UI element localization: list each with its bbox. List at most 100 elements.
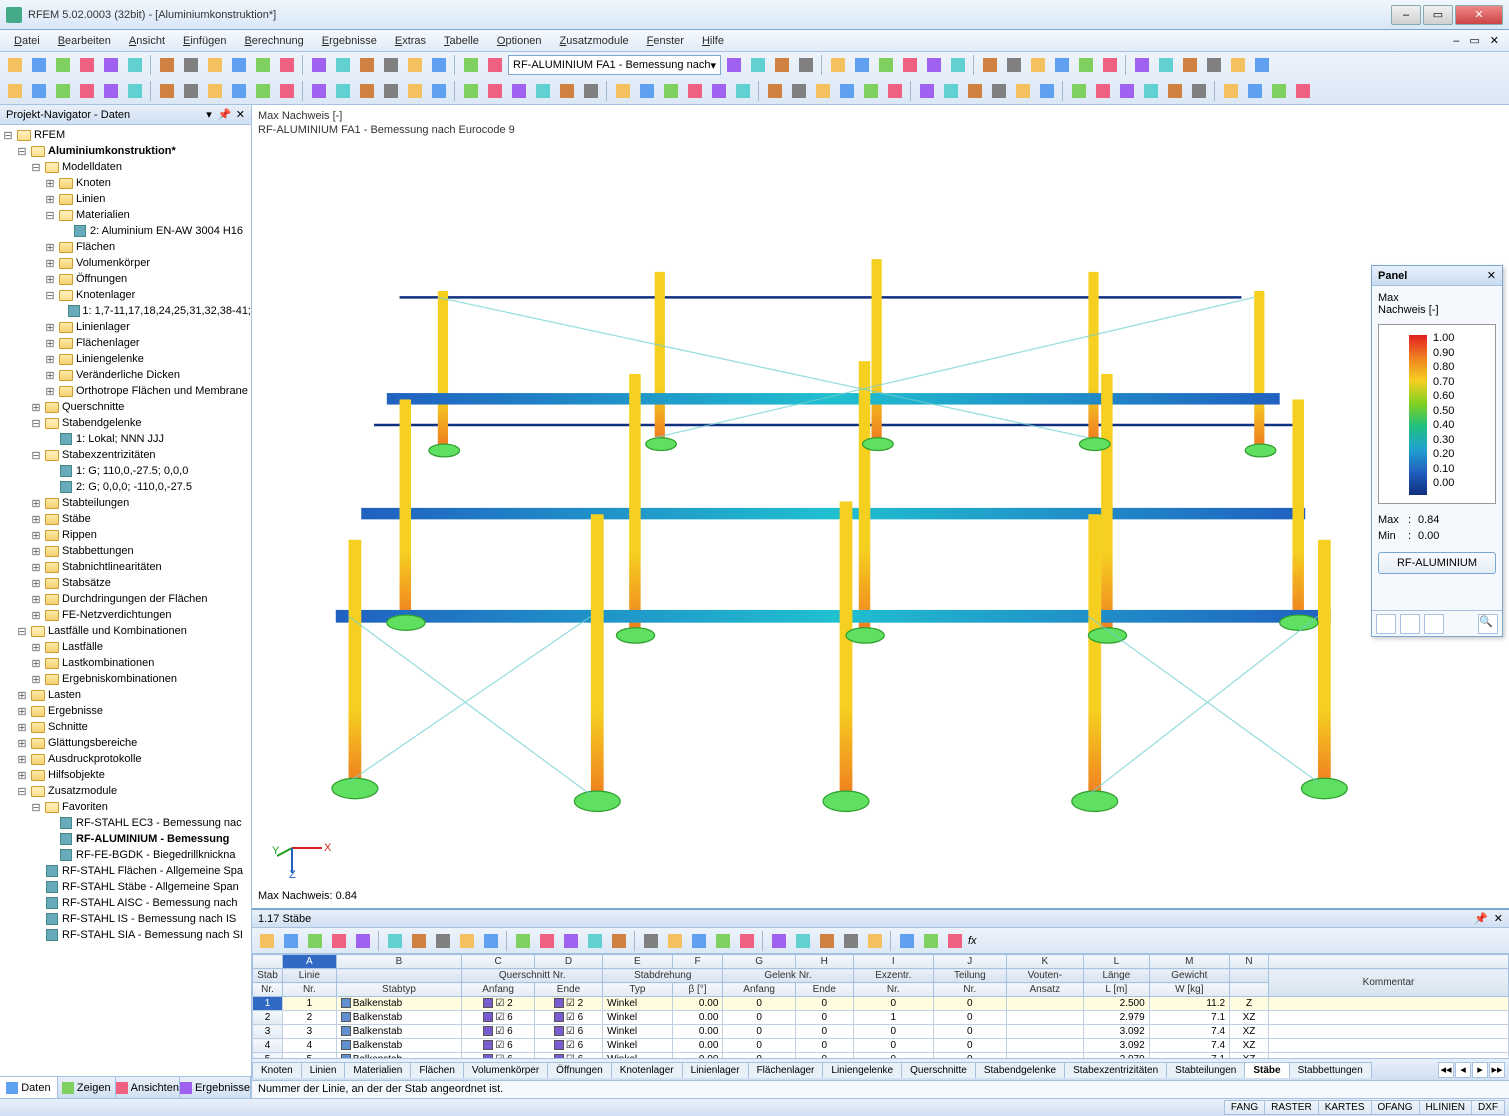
tree-node[interactable]: ⊟Stabexzentrizitäten (0, 447, 251, 463)
panel-close-icon[interactable]: ✕ (1487, 269, 1496, 282)
menu-extras[interactable]: Extras (387, 33, 434, 49)
toolbar-button[interactable] (332, 54, 354, 76)
menu-tabelle[interactable]: Tabelle (436, 33, 487, 49)
status-hlinien[interactable]: HLINIEN (1419, 1100, 1472, 1115)
toolbar-button[interactable] (532, 80, 554, 102)
nav-tab-zeigen[interactable]: Zeigen (58, 1077, 116, 1098)
pin-icon[interactable]: 📌 (218, 108, 232, 122)
table-row[interactable]: 33Balkenstab☑ 6☑ 6Winkel0.0000003.0927.4… (253, 1025, 1509, 1039)
table-toolbar-button[interactable] (512, 930, 534, 952)
table-nav-button[interactable]: ▸▸ (1489, 1062, 1505, 1078)
table-toolbar-button[interactable] (432, 930, 454, 952)
tree-node[interactable]: ⊟Knotenlager (0, 287, 251, 303)
tree-node[interactable]: ⊞Ergebnisse (0, 703, 251, 719)
status-kartes[interactable]: KARTES (1318, 1100, 1372, 1115)
toolbar-button[interactable] (556, 80, 578, 102)
toolbar-combo[interactable]: RF-ALUMINIUM FA1 - Bemessung nach ▾ (508, 55, 721, 75)
tree-node[interactable]: ⊞Knoten (0, 175, 251, 191)
tree-node[interactable]: RF-STAHL AISC - Bemessung nach (0, 895, 251, 911)
tree-node[interactable]: ⊟Lastfälle und Kombinationen (0, 623, 251, 639)
tree-node[interactable]: ⊞Rippen (0, 527, 251, 543)
tree-node[interactable]: ⊞Querschnitte (0, 399, 251, 415)
table-tab-querschnitte[interactable]: Querschnitte (901, 1062, 976, 1078)
navigator-dropdown-icon[interactable]: ▾ (206, 108, 212, 121)
toolbar-button[interactable] (204, 80, 226, 102)
tree-node[interactable]: RF-STAHL Flächen - Allgemeine Spa (0, 863, 251, 879)
toolbar-button[interactable] (484, 54, 506, 76)
menu-berechnung[interactable]: Berechnung (236, 33, 311, 49)
toolbar-button[interactable] (156, 54, 178, 76)
toolbar-button[interactable] (899, 54, 921, 76)
tree-node[interactable]: ⊞Durchdringungen der Flächen (0, 591, 251, 607)
toolbar-button[interactable] (1268, 80, 1290, 102)
toolbar-button[interactable] (1164, 80, 1186, 102)
table-toolbar-button[interactable] (560, 930, 582, 952)
table-tab-knoten[interactable]: Knoten (252, 1062, 302, 1078)
panel-tool-3[interactable] (1424, 614, 1444, 634)
toolbar-button[interactable] (100, 54, 122, 76)
table-tab-stabbettungen[interactable]: Stabbettungen (1289, 1062, 1372, 1078)
toolbar-button[interactable] (28, 54, 50, 76)
table-row[interactable]: 11Balkenstab☑ 2☑ 2Winkel0.0000002.50011.… (253, 997, 1509, 1011)
tree-node[interactable]: ⊞Schnitte (0, 719, 251, 735)
toolbar-button[interactable] (76, 80, 98, 102)
toolbar-button[interactable] (4, 80, 26, 102)
table-pin-icon[interactable]: 📌 (1474, 912, 1488, 925)
tree-node[interactable]: ⊞Orthotrope Flächen und Membrane (0, 383, 251, 399)
toolbar-button[interactable] (1116, 80, 1138, 102)
navigator-close-icon[interactable]: ✕ (236, 108, 245, 121)
table-tab-linienlager[interactable]: Linienlager (682, 1062, 749, 1078)
status-raster[interactable]: RASTER (1264, 1100, 1319, 1115)
menu-fenster[interactable]: Fenster (639, 33, 692, 49)
status-ofang[interactable]: OFANG (1371, 1100, 1420, 1115)
menu-ergebnisse[interactable]: Ergebnisse (314, 33, 385, 49)
table-toolbar-button[interactable] (352, 930, 374, 952)
table-toolbar-button[interactable] (944, 930, 966, 952)
tree-node[interactable]: ⊞Flächen (0, 239, 251, 255)
toolbar-button[interactable] (380, 80, 402, 102)
toolbar-button[interactable] (1179, 54, 1201, 76)
toolbar-button[interactable] (916, 80, 938, 102)
toolbar-button[interactable] (356, 80, 378, 102)
table-toolbar-button[interactable] (920, 930, 942, 952)
toolbar-button[interactable] (404, 80, 426, 102)
toolbar-button[interactable] (404, 54, 426, 76)
table-tab-stäbe[interactable]: Stäbe (1244, 1062, 1289, 1078)
toolbar-button[interactable] (380, 54, 402, 76)
toolbar-button[interactable] (795, 54, 817, 76)
table-tab-volumenkörper[interactable]: Volumenkörper (463, 1062, 548, 1078)
tree-node[interactable]: RF-STAHL SIA - Bemessung nach SI (0, 927, 251, 943)
table-tab-materialien[interactable]: Materialien (344, 1062, 411, 1078)
toolbar-button[interactable] (428, 54, 450, 76)
toolbar-button[interactable] (875, 54, 897, 76)
table-nav-button[interactable]: ◂◂ (1438, 1062, 1454, 1078)
table-toolbar-button[interactable] (608, 930, 630, 952)
toolbar-button[interactable] (428, 80, 450, 102)
menu-zusatzmodule[interactable]: Zusatzmodule (552, 33, 637, 49)
toolbar-button[interactable] (180, 80, 202, 102)
toolbar-button[interactable] (860, 80, 882, 102)
tree-node[interactable]: ⊞Lasten (0, 687, 251, 703)
menu-optionen[interactable]: Optionen (489, 33, 550, 49)
toolbar-button[interactable] (1027, 54, 1049, 76)
table-tab-öffnungen[interactable]: Öffnungen (547, 1062, 612, 1078)
table-tab-linien[interactable]: Linien (301, 1062, 346, 1078)
toolbar-button[interactable] (484, 80, 506, 102)
tree-node[interactable]: ⊟Favoriten (0, 799, 251, 815)
menu-bearbeiten[interactable]: Bearbeiten (50, 33, 119, 49)
toolbar-button[interactable] (580, 80, 602, 102)
table-toolbar-button[interactable] (736, 930, 758, 952)
toolbar-button[interactable] (228, 80, 250, 102)
tree-node[interactable]: ⊞Lastkombinationen (0, 655, 251, 671)
toolbar-button[interactable] (100, 80, 122, 102)
tree-node[interactable]: ⊟Stabendgelenke (0, 415, 251, 431)
toolbar-button[interactable] (1075, 54, 1097, 76)
table-toolbar-button[interactable] (536, 930, 558, 952)
toolbar-button[interactable] (124, 54, 146, 76)
toolbar-button[interactable] (940, 80, 962, 102)
toolbar-button[interactable] (252, 54, 274, 76)
toolbar-button[interactable] (1012, 80, 1034, 102)
table-toolbar-button[interactable] (768, 930, 790, 952)
table-toolbar-button[interactable] (712, 930, 734, 952)
close-button[interactable]: ✕ (1455, 5, 1503, 25)
